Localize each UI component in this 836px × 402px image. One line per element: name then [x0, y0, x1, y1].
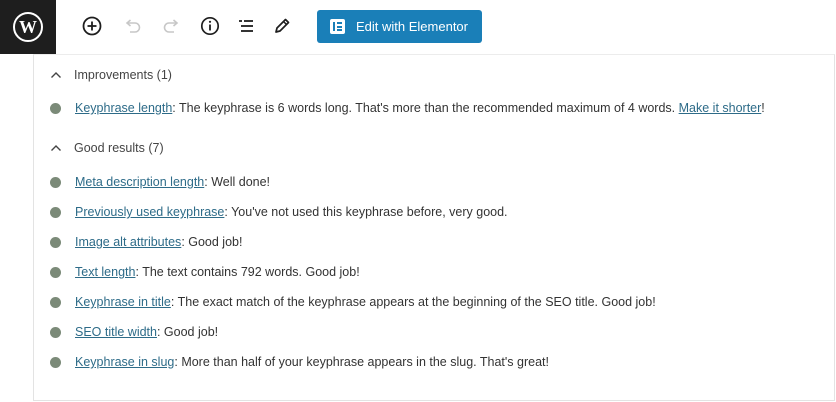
result-text: : Well done! — [204, 175, 271, 189]
good-result-item: Image alt attributes : Good job! — [50, 235, 242, 249]
status-bullet — [50, 296, 61, 308]
svg-text:W: W — [19, 17, 37, 37]
improvement-item: Keyphrase length : The keyphrase is 6 wo… — [50, 101, 765, 115]
good-result-item: Keyphrase in title : The exact match of … — [50, 295, 656, 309]
result-text: : Good job! — [156, 325, 219, 339]
result-link[interactable]: Keyphrase in title — [75, 295, 171, 309]
edit-with-elementor-label: Edit with Elementor — [356, 19, 468, 34]
info-icon[interactable] — [197, 12, 223, 40]
good-result-item: Meta description length : Well done! — [50, 175, 270, 189]
wordpress-logo-icon[interactable]: W — [0, 0, 56, 54]
good-result-item: SEO title width : Good job! — [50, 325, 218, 339]
status-bullet — [50, 102, 61, 114]
status-bullet — [50, 236, 61, 248]
result-text: : The text contains 792 words. Good job! — [135, 265, 360, 279]
pencil-icon[interactable] — [269, 12, 295, 40]
result-text: : Good job! — [181, 235, 243, 249]
result-text: : The exact match of the keyphrase appea… — [170, 295, 656, 309]
chevron-up-icon — [49, 68, 63, 82]
status-bullet — [50, 206, 61, 218]
elementor-logo-icon — [330, 19, 345, 34]
result-link[interactable]: SEO title width — [75, 325, 157, 339]
list-view-icon[interactable] — [233, 12, 259, 40]
result-link[interactable]: Meta description length — [75, 175, 204, 189]
editor-toolbar: W Edit with Elementor — [0, 0, 836, 54]
result-text: : More than half of your keyphrase appea… — [174, 355, 549, 369]
result-link[interactable]: Image alt attributes — [75, 235, 181, 249]
seo-analysis-panel: Improvements (1) Keyphrase length : The … — [33, 54, 835, 401]
good-results-heading: Good results (7) — [74, 141, 164, 155]
good-result-item: Previously used keyphrase : You've not u… — [50, 205, 508, 219]
result-text: : The keyphrase is 6 words long. That's … — [172, 101, 679, 115]
result-text-tail: ! — [761, 101, 765, 115]
redo-icon[interactable] — [159, 12, 185, 40]
result-link[interactable]: Previously used keyphrase — [75, 205, 224, 219]
improvements-heading: Improvements (1) — [74, 68, 172, 82]
good-results-section-toggle[interactable]: Good results (7) — [49, 141, 164, 155]
edit-with-elementor-button[interactable]: Edit with Elementor — [317, 10, 482, 43]
result-link[interactable]: Text length — [75, 265, 135, 279]
status-bullet — [50, 326, 61, 338]
status-bullet — [50, 176, 61, 188]
add-block-icon[interactable] — [79, 12, 105, 40]
status-bullet — [50, 266, 61, 278]
good-result-item: Keyphrase in slug : More than half of yo… — [50, 355, 549, 369]
make-it-shorter-link[interactable]: Make it shorter — [679, 101, 762, 115]
status-bullet — [50, 356, 61, 368]
result-text: : You've not used this keyphrase before,… — [224, 205, 508, 219]
result-link[interactable]: Keyphrase in slug — [75, 355, 174, 369]
undo-icon[interactable] — [119, 12, 145, 40]
result-link[interactable]: Keyphrase length — [75, 101, 172, 115]
improvements-section-toggle[interactable]: Improvements (1) — [49, 68, 172, 82]
good-result-item: Text length : The text contains 792 word… — [50, 265, 360, 279]
chevron-up-icon — [49, 141, 63, 155]
